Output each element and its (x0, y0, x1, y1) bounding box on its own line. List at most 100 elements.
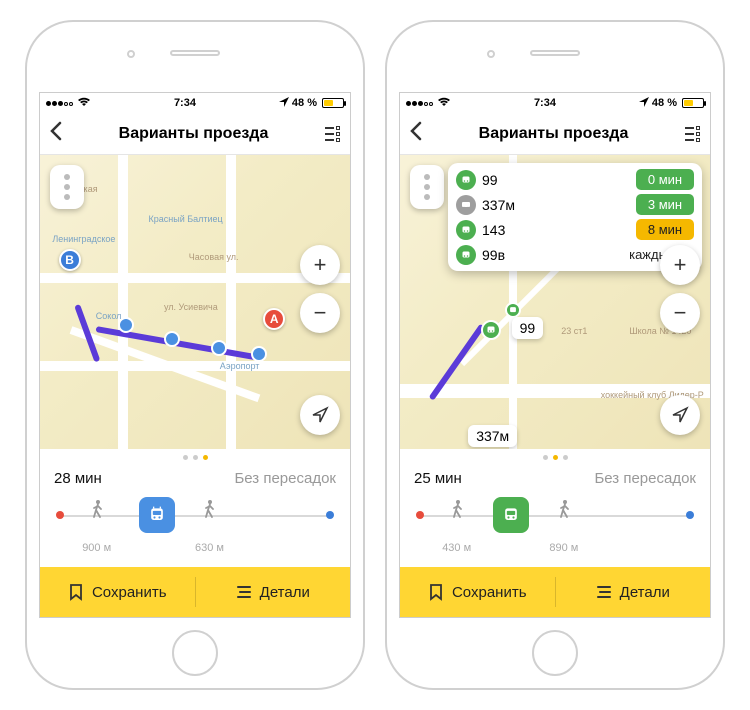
start-dot (56, 511, 64, 519)
page-indicator (400, 449, 710, 466)
action-bar: Сохранить Детали (40, 567, 350, 617)
signal-icon (406, 97, 434, 109)
home-button[interactable] (172, 630, 218, 676)
eta-badge: 3 мин (636, 194, 694, 215)
distance-value: 337м (476, 428, 509, 444)
page-indicator (40, 449, 350, 466)
phone-camera (127, 50, 135, 58)
details-label: Детали (620, 584, 670, 601)
end-dot (686, 511, 694, 519)
map[interactable]: Школа № 1420 хоккейный клуб Лидер-Р 23 с… (400, 155, 710, 449)
bus-stop-icon (505, 302, 521, 318)
save-label: Сохранить (452, 584, 527, 601)
zoom-in-button[interactable]: + (300, 245, 340, 285)
bus-stop-icon (251, 346, 267, 362)
location-icon (279, 97, 289, 110)
back-button[interactable] (50, 121, 62, 147)
map-label: ул. Усиевича (164, 302, 218, 312)
transit-leg[interactable] (139, 497, 175, 533)
route-number: 337м (482, 197, 515, 213)
options-button[interactable] (325, 126, 340, 142)
marker-a[interactable]: A (263, 308, 285, 330)
status-time: 7:34 (534, 97, 556, 109)
back-button[interactable] (410, 121, 422, 147)
walk-icon (442, 499, 471, 524)
walk-distance: 430 м (442, 542, 471, 554)
route-label[interactable]: 99 (512, 317, 544, 339)
save-button[interactable]: Сохранить (400, 567, 555, 617)
locate-button[interactable] (300, 395, 340, 435)
status-bar: 7:34 48 % (400, 93, 710, 113)
eta-badge: 0 мин (636, 169, 694, 190)
map[interactable]: Красный Балтиец Войковская Ленинградское… (40, 155, 350, 449)
route-summary: 28 мин Без пересадок (40, 466, 350, 495)
walk-icon (549, 499, 578, 524)
walk-distance: 900 м (82, 542, 111, 554)
options-button[interactable] (685, 126, 700, 142)
navbar: Варианты проезда (400, 113, 710, 155)
details-label: Детали (260, 584, 310, 601)
bus-stop-icon[interactable] (481, 320, 501, 340)
route-legs: 430 м 890 м (400, 495, 710, 567)
details-button[interactable]: Детали (556, 567, 711, 617)
phone-speaker (530, 50, 580, 56)
route-number: 99 (520, 320, 536, 336)
transfers-label: Без пересадок (594, 470, 696, 487)
marker-b[interactable]: B (59, 249, 81, 271)
details-button[interactable]: Детали (196, 567, 351, 617)
bus-icon (456, 220, 476, 240)
walk-icon (82, 499, 111, 524)
save-label: Сохранить (92, 584, 167, 601)
page-title: Варианты проезда (479, 125, 629, 143)
wifi-icon (77, 96, 91, 110)
phone-right: 7:34 48 % Варианты проезда (385, 20, 725, 690)
bus-stop-icon (118, 317, 134, 333)
walk-distance: 890 м (549, 542, 578, 554)
map-label: Ленинградское (52, 234, 115, 244)
bookmark-icon (68, 583, 84, 601)
locate-button[interactable] (660, 395, 700, 435)
zoom-out-button[interactable]: − (300, 293, 340, 333)
arrival-row[interactable]: 99в каждые 9 (456, 244, 694, 265)
route-number: 99в (482, 247, 505, 263)
battery-pct: 48 % (292, 97, 317, 109)
transit-leg[interactable] (493, 497, 529, 533)
arrival-row[interactable]: 99 0 мин (456, 169, 694, 190)
phone-speaker (170, 50, 220, 56)
arrival-row[interactable]: 143 8 мин (456, 219, 694, 240)
traffic-button[interactable] (410, 165, 444, 209)
walk-leg: 430 м (442, 499, 471, 554)
map-label: Красный Балтиец (149, 214, 223, 224)
transfers-label: Без пересадок (234, 470, 336, 487)
battery-pct: 48 % (652, 97, 677, 109)
map-label: Аэропорт (220, 361, 260, 371)
route-summary: 25 мин Без пересадок (400, 466, 710, 495)
signal-icon (46, 97, 74, 109)
map-label: 23 ст1 (561, 326, 587, 336)
zoom-out-button[interactable]: − (660, 293, 700, 333)
walk-leg: 890 м (549, 499, 578, 554)
duration-label: 28 мин (54, 470, 102, 487)
bus-stop-icon (211, 340, 227, 356)
screen-left: 7:34 48 % Варианты проезда (39, 92, 351, 618)
arrival-row[interactable]: 337м 3 мин (456, 194, 694, 215)
map-label: Часовая ул. (189, 252, 239, 262)
traffic-button[interactable] (50, 165, 84, 209)
zoom-in-button[interactable]: + (660, 245, 700, 285)
eta-badge: 8 мин (636, 219, 694, 240)
bookmark-icon (428, 583, 444, 601)
map-label: Сокол (96, 311, 122, 321)
route-number: 143 (482, 222, 505, 238)
minibus-icon (456, 195, 476, 215)
screen-right: 7:34 48 % Варианты проезда (399, 92, 711, 618)
list-icon (596, 585, 612, 599)
duration-label: 25 мин (414, 470, 462, 487)
wifi-icon (437, 96, 451, 110)
phone-left: 7:34 48 % Варианты проезда (25, 20, 365, 690)
save-button[interactable]: Сохранить (40, 567, 195, 617)
walk-distance: 630 м (195, 542, 224, 554)
action-bar: Сохранить Детали (400, 567, 710, 617)
location-icon (639, 97, 649, 110)
navbar: Варианты проезда (40, 113, 350, 155)
home-button[interactable] (532, 630, 578, 676)
